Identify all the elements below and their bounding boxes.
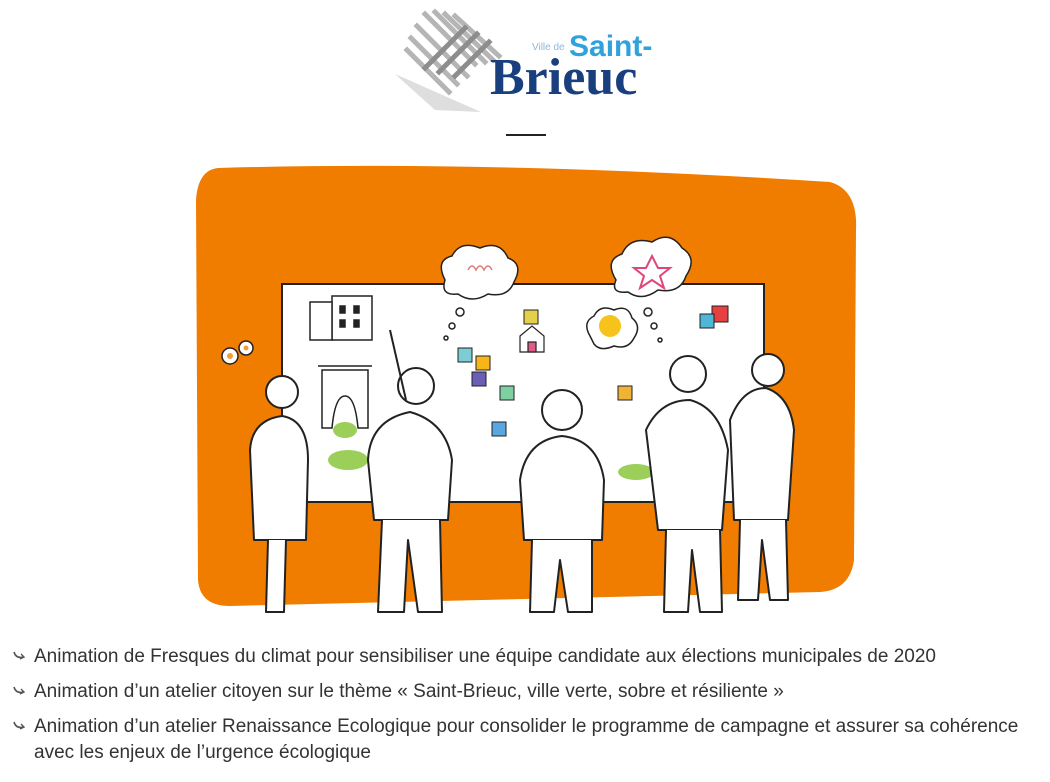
list-item: Animation de Fresques du climat pour sen… <box>12 644 1032 670</box>
list-item-text: Animation d’un atelier Renaissance Ecolo… <box>34 716 1019 763</box>
saint-brieuc-logo: Ville de Saint- Brieuc <box>395 8 675 116</box>
list-item: Animation d’un atelier Renaissance Ecolo… <box>12 714 1032 766</box>
list-item: Animation d’un atelier citoyen sur le th… <box>12 679 1032 705</box>
list-item-text: Animation d’un atelier citoyen sur le th… <box>34 681 784 702</box>
curved-arrow-bullet-icon <box>13 721 26 730</box>
list-item-text: Animation de Fresques du climat pour sen… <box>34 646 936 667</box>
workshop-illustration <box>196 165 857 613</box>
activities-list: Animation de Fresques du climat pour sen… <box>12 644 1032 775</box>
curved-arrow-bullet-icon <box>13 686 26 695</box>
title-divider <box>506 134 546 136</box>
logo-brieuc: Brieuc <box>490 49 638 106</box>
curved-arrow-bullet-icon <box>13 651 26 660</box>
